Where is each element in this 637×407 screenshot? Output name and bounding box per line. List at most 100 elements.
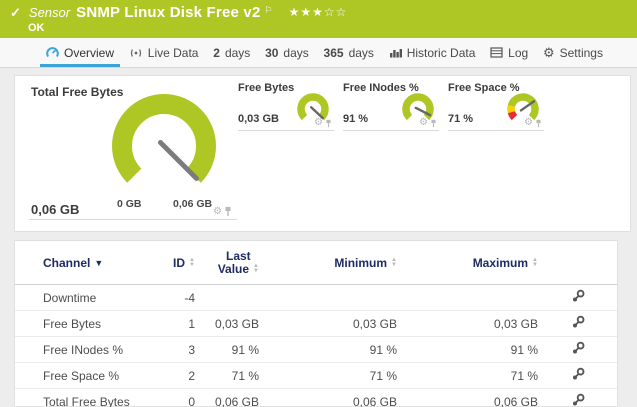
edit-channel-wrench-icon[interactable] bbox=[571, 367, 585, 381]
column-header-last-value[interactable]: Last Value ▲ ▼ bbox=[218, 249, 259, 276]
tab-365-days-number: 365 bbox=[323, 45, 344, 60]
sort-icon: ▲ ▼ bbox=[391, 256, 397, 268]
gauge-icon bbox=[46, 47, 59, 58]
channel-name: Free INodes % bbox=[43, 342, 124, 357]
main-gauge-scale-max: 0,06 GB bbox=[173, 198, 213, 210]
gauge-gear-icon[interactable]: ⚙ bbox=[524, 118, 533, 128]
gauge-title: Free Bytes bbox=[238, 82, 295, 94]
tab-log[interactable]: Log bbox=[484, 38, 534, 67]
tab-365-days-label: days bbox=[348, 45, 374, 60]
priority-flag-icon[interactable]: ⚐ bbox=[265, 5, 273, 16]
gauge-value: 71 % bbox=[448, 113, 474, 125]
tab-historic-data-label: Historic Data bbox=[406, 45, 476, 60]
signal-icon bbox=[130, 48, 141, 57]
last-value: 91 % bbox=[231, 342, 259, 357]
minimum-value: 0,03 GB bbox=[352, 316, 397, 331]
channel-id: 2 bbox=[188, 368, 195, 383]
gauge-value: 0,03 GB bbox=[238, 113, 279, 125]
tab-historic-data[interactable]: Historic Data bbox=[383, 38, 482, 67]
maximum-value: 91 % bbox=[510, 342, 538, 357]
main-gauge-scale-min: 0 GB bbox=[117, 198, 142, 210]
last-value: 71 % bbox=[231, 368, 259, 383]
minimum-value: 0,06 GB bbox=[352, 394, 397, 407]
gauge-pin-icon[interactable] bbox=[535, 119, 542, 128]
edit-channel-wrench-icon[interactable] bbox=[571, 393, 585, 407]
minimum-value: 91 % bbox=[369, 342, 397, 357]
column-header-minimum[interactable]: Minimum ▲ ▼ bbox=[334, 256, 397, 270]
tab-2-days-label: days bbox=[224, 45, 251, 60]
gauge-pin-icon[interactable] bbox=[430, 119, 437, 128]
channel-id: 1 bbox=[188, 316, 195, 331]
channel-name: Free Space % bbox=[43, 368, 120, 383]
channel-name: Total Free Bytes bbox=[43, 394, 130, 407]
divider bbox=[238, 130, 334, 131]
maximum-value: 71 % bbox=[510, 368, 538, 383]
channel-table-panel: Channel ▼ ID ▲ ▼ Last Value ▲ ▼ Minimum ▲ ▼ … bbox=[14, 240, 618, 407]
tab-settings[interactable]: ⚙ Settings bbox=[537, 38, 609, 67]
tab-2-days[interactable]: 2 days bbox=[207, 38, 256, 67]
divider bbox=[343, 130, 439, 131]
last-value: 0,03 GB bbox=[214, 316, 259, 331]
table-row-total-free-bytes: Total Free Bytes 0 0,06 GB 0,06 GB 0,06 … bbox=[15, 389, 617, 407]
table-header-row: Channel ▼ ID ▲ ▼ Last Value ▲ ▼ Minimum ▲ ▼ … bbox=[15, 241, 617, 285]
main-gauge-gear-icon[interactable]: ⚙ bbox=[213, 206, 222, 217]
tab-overview[interactable]: Overview bbox=[40, 38, 121, 67]
tab-30-days-label: days bbox=[283, 45, 309, 60]
divider bbox=[448, 130, 544, 131]
gauge-pin-icon[interactable] bbox=[325, 119, 332, 128]
channel-name: Free Bytes bbox=[43, 316, 102, 331]
gauge-group-free-bytes: Free Bytes 0,03 GB ⚙ bbox=[238, 82, 334, 134]
tab-settings-label: Settings bbox=[559, 45, 603, 60]
main-gauge-value: 0,06 GB bbox=[31, 202, 80, 217]
sensor-title: SNMP Linux Disk Free v2 bbox=[76, 4, 261, 21]
table-row-free-bytes: Free Bytes 1 0,03 GB 0,03 GB 0,03 GB bbox=[15, 311, 617, 337]
table-row-downtime: Downtime -4 bbox=[15, 285, 617, 311]
overview-gauges-panel: Total Free Bytes 0 GB 0,06 GB 0,06 GB ⚙ … bbox=[14, 75, 631, 232]
gauge-group-free-inodes: Free INodes % 91 % ⚙ bbox=[343, 82, 439, 134]
divider bbox=[29, 219, 237, 220]
sort-desc-icon: ▼ bbox=[94, 257, 104, 268]
column-header-id[interactable]: ID ▲ ▼ bbox=[173, 256, 195, 270]
gauge-value: 91 % bbox=[343, 113, 369, 125]
column-header-maximum[interactable]: Maximum ▲ ▼ bbox=[473, 256, 538, 270]
object-kind-label: Sensor bbox=[28, 5, 71, 20]
main-gauge-pin-icon[interactable] bbox=[224, 206, 232, 217]
tab-live-data-label: Live Data bbox=[147, 45, 199, 60]
gauge-gear-icon[interactable]: ⚙ bbox=[314, 118, 323, 128]
status-ok-check-icon: ✓ bbox=[10, 5, 21, 20]
table-row-free-inodes: Free INodes % 3 91 % 91 % 91 % bbox=[15, 337, 617, 363]
log-list-icon bbox=[490, 47, 503, 58]
channel-id: 0 bbox=[188, 394, 195, 407]
tab-log-label: Log bbox=[508, 45, 529, 60]
channel-id: 3 bbox=[188, 342, 195, 357]
maximum-value: 0,03 GB bbox=[493, 316, 538, 331]
last-value: 0,06 GB bbox=[214, 394, 259, 407]
edit-channel-wrench-icon[interactable] bbox=[571, 315, 585, 329]
channel-name: Downtime bbox=[43, 290, 97, 305]
gauge-group-free-space: Free Space % 71 % ⚙ bbox=[448, 82, 544, 134]
settings-gear-icon: ⚙ bbox=[542, 45, 555, 60]
sensor-header: ✓ Sensor SNMP Linux Disk Free v2 ⚐ ★★★☆☆… bbox=[0, 0, 637, 38]
tab-overview-label: Overview bbox=[64, 45, 115, 60]
edit-channel-wrench-icon[interactable] bbox=[571, 289, 585, 303]
tab-30-days-number: 30 bbox=[265, 45, 279, 60]
sensor-status-badge: OK bbox=[28, 22, 45, 34]
main-gauge-needle bbox=[157, 139, 200, 182]
maximum-value: 0,06 GB bbox=[493, 394, 538, 407]
channel-id: -4 bbox=[184, 290, 195, 305]
edit-channel-wrench-icon[interactable] bbox=[571, 341, 585, 355]
tab-2-days-number: 2 bbox=[213, 45, 220, 60]
column-header-channel[interactable]: Channel ▼ bbox=[15, 256, 103, 270]
tab-365-days[interactable]: 365 days bbox=[318, 38, 380, 67]
sort-icon: ▲ ▼ bbox=[253, 263, 259, 274]
table-row-free-space: Free Space % 2 71 % 71 % 71 % bbox=[15, 363, 617, 389]
tab-30-days[interactable]: 30 days bbox=[259, 38, 315, 67]
gauge-gear-icon[interactable]: ⚙ bbox=[419, 118, 428, 128]
tab-bar: Overview Live Data 2 days 30 days 365 da… bbox=[0, 38, 637, 68]
sort-icon: ▲ ▼ bbox=[189, 256, 195, 268]
tab-live-data[interactable]: Live Data bbox=[123, 38, 205, 67]
priority-stars[interactable]: ★★★☆☆ bbox=[289, 5, 348, 19]
channel-table: Channel ▼ ID ▲ ▼ Last Value ▲ ▼ Minimum ▲ ▼ … bbox=[15, 241, 617, 407]
stars-empty[interactable]: ☆☆ bbox=[324, 5, 348, 19]
stars-filled[interactable]: ★★★ bbox=[289, 5, 324, 19]
